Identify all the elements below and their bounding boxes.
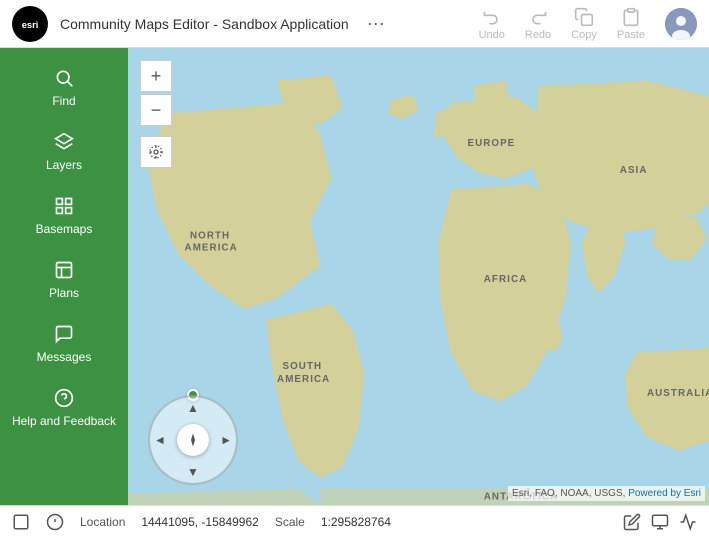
- compass-south-arrow: ▼: [187, 465, 199, 479]
- redo-button[interactable]: Redo: [525, 7, 551, 41]
- powered-by-text: Powered by Esri: [628, 488, 701, 499]
- sidebar-item-help[interactable]: Help and Feedback: [0, 376, 128, 440]
- sidebar-item-find[interactable]: Find: [0, 56, 128, 120]
- sidebar-item-messages[interactable]: Messages: [0, 312, 128, 376]
- attribution-text: Esri, FAO, NOAA, USGS,: [512, 488, 625, 499]
- locate-icon: [148, 144, 164, 160]
- esri-logo: esri: [12, 6, 48, 42]
- sidebar-layers-label: Layers: [46, 158, 82, 172]
- messages-icon: [54, 324, 74, 344]
- compass-center: [177, 424, 209, 456]
- compass-north-arrow: ▲: [187, 401, 199, 415]
- location-label: Location: [80, 515, 125, 529]
- svg-text:SOUTH: SOUTH: [282, 361, 322, 372]
- scale-value: 1:295828764: [321, 515, 391, 529]
- undo-button[interactable]: Undo: [479, 7, 505, 41]
- zoom-in-button[interactable]: +: [140, 60, 172, 92]
- status-editor-button[interactable]: [623, 513, 641, 531]
- layers-icon: [54, 132, 74, 152]
- sidebar-item-plans[interactable]: Plans: [0, 248, 128, 312]
- share-icon: [651, 513, 669, 531]
- sidebar-basemaps-label: Basemaps: [36, 222, 93, 236]
- bookmark-icon: [12, 513, 30, 531]
- sidebar-plans-label: Plans: [49, 286, 79, 300]
- user-avatar[interactable]: [665, 8, 697, 40]
- plans-icon: [54, 260, 74, 280]
- location-coords: 14441095, -15849962: [141, 515, 258, 529]
- more-button[interactable]: ···: [367, 13, 385, 34]
- logo: esri: [12, 6, 48, 42]
- compass-east-arrow: ►: [220, 433, 232, 447]
- zoom-out-button[interactable]: −: [140, 94, 172, 126]
- status-share-button[interactable]: [651, 513, 669, 531]
- header: esri Community Maps Editor - Sandbox App…: [0, 0, 709, 48]
- svg-text:AMERICA: AMERICA: [277, 374, 330, 385]
- svg-text:EUROPE: EUROPE: [467, 138, 515, 149]
- help-icon: [54, 388, 74, 408]
- svg-text:ASIA: ASIA: [620, 165, 648, 176]
- edit-icon: [623, 513, 641, 531]
- info-icon: [46, 513, 64, 531]
- status-right-icons: [623, 513, 697, 531]
- map-container[interactable]: NORTH AMERICA SOUTH AMERICA EUROPE AFRIC…: [128, 48, 709, 505]
- map-attribution: Esri, FAO, NOAA, USGS, Powered by Esri: [508, 486, 705, 501]
- status-bar: Location 14441095, -15849962 Scale 1:295…: [0, 505, 709, 537]
- map-controls: + −: [140, 60, 172, 168]
- sidebar-help-label: Help and Feedback: [12, 414, 116, 428]
- compass-ring[interactable]: ▲ ▼ ◄ ►: [148, 395, 238, 485]
- svg-text:NORTH: NORTH: [190, 230, 230, 241]
- svg-text:AMERICA: AMERICA: [185, 242, 238, 253]
- scale-label: Scale: [275, 515, 305, 529]
- svg-text:AFRICA: AFRICA: [484, 274, 527, 285]
- sidebar-find-label: Find: [52, 94, 75, 108]
- status-bookmark-button[interactable]: [12, 513, 30, 531]
- app-title: Community Maps Editor - Sandbox Applicat…: [60, 16, 349, 32]
- graph-icon: [679, 513, 697, 531]
- main-layout: Find Layers Basemaps Plans: [0, 48, 709, 505]
- sidebar-messages-label: Messages: [37, 350, 92, 364]
- status-info-button[interactable]: [46, 513, 64, 531]
- compass-needle-icon: [185, 432, 201, 448]
- search-icon: [54, 68, 74, 88]
- svg-text:AUSTRALIA: AUSTRALIA: [647, 388, 709, 399]
- header-tools: Undo Redo Copy Paste: [479, 7, 697, 41]
- compass-widget[interactable]: ▲ ▼ ◄ ►: [148, 395, 238, 485]
- paste-button[interactable]: Paste: [617, 7, 645, 41]
- sidebar-item-basemaps[interactable]: Basemaps: [0, 184, 128, 248]
- basemaps-icon: [54, 196, 74, 216]
- compass-west-arrow: ◄: [154, 433, 166, 447]
- locate-button[interactable]: [140, 136, 172, 168]
- sidebar: Find Layers Basemaps Plans: [0, 48, 128, 505]
- copy-button[interactable]: Copy: [571, 7, 597, 41]
- status-graph-button[interactable]: [679, 513, 697, 531]
- svg-text:esri: esri: [22, 19, 39, 29]
- sidebar-item-layers[interactable]: Layers: [0, 120, 128, 184]
